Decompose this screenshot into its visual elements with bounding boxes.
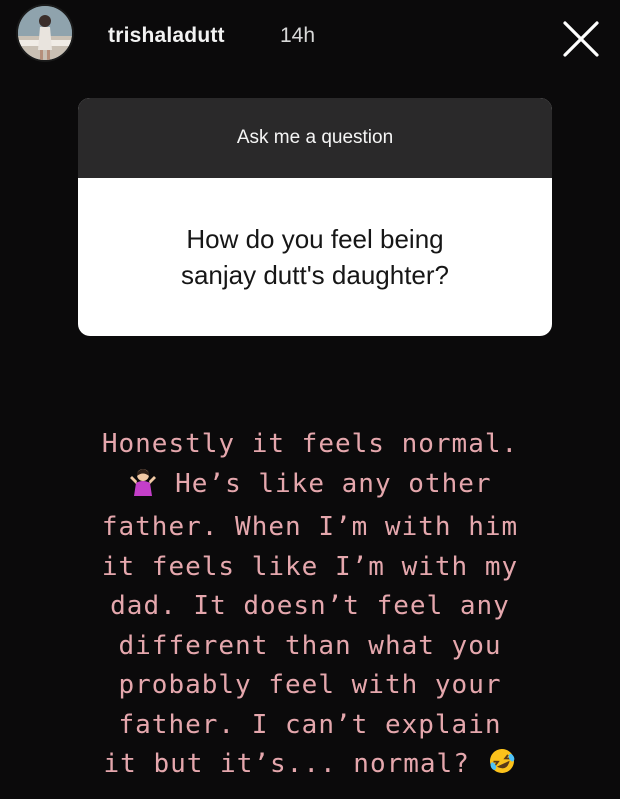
close-icon: [563, 21, 599, 57]
answer-line: father. I can’t explain: [118, 709, 502, 740]
answer-line-with-emoji: it but it’s... normal?: [30, 745, 590, 789]
question-line-1: How do you feel being: [186, 224, 444, 254]
question-sticker-title: Ask me a question: [78, 98, 552, 178]
answer-line: different than what you: [118, 630, 502, 661]
story-timestamp: 14h: [280, 24, 316, 47]
answer-line: probably feel with your: [118, 670, 502, 700]
rolling-on-floor-laughing-emoji-icon: [487, 746, 517, 789]
avatar[interactable]: [18, 6, 72, 60]
avatar-image: [18, 6, 72, 60]
question-line-2: sanjay dutt's daughter?: [180, 260, 450, 290]
question-text: How do you feel being sanjay dutt's daug…: [78, 178, 552, 336]
answer-line: father. When I’m with him: [101, 512, 519, 542]
answer-line-9-text: it but it’s... normal?: [103, 749, 470, 779]
answer-line: it feels like I’m with my: [101, 551, 519, 582]
answer-line-with-emoji: He’s like any other: [30, 465, 590, 509]
close-button[interactable]: [556, 14, 606, 64]
story-header: trishaladutt 14h: [0, 0, 620, 80]
answer-line-2-text: He’s like any other: [175, 468, 492, 499]
story-username[interactable]: trishaladutt: [108, 24, 225, 48]
answer-text: Honestly it feels normal. He’s like any …: [30, 425, 590, 789]
answer-line: Honestly it feels normal.: [101, 429, 519, 459]
answer-line: dad. It doesn’t feel any: [110, 591, 510, 621]
person-shrugging-emoji-icon: [128, 466, 158, 509]
question-sticker[interactable]: Ask me a question How do you feel being …: [78, 98, 552, 336]
